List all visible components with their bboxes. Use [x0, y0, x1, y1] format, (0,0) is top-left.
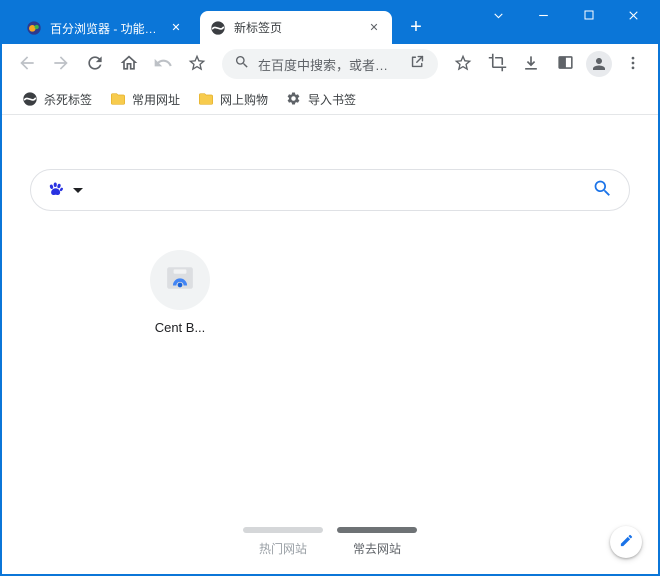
section-tab-frequent-sites[interactable]: 常去网站 [337, 527, 417, 557]
forward-icon [51, 53, 71, 76]
bookmark-page-button[interactable] [446, 47, 480, 81]
downloads-button[interactable] [514, 47, 548, 81]
side-panel-button[interactable] [548, 47, 582, 81]
search-box[interactable] [30, 169, 630, 211]
reload-button[interactable] [78, 47, 112, 81]
star-icon [187, 53, 207, 76]
toolbar: 在百度中搜索，或者输入一... [2, 44, 658, 84]
close-icon [627, 9, 640, 22]
back-icon [17, 53, 37, 76]
address-bar[interactable]: 在百度中搜索，或者输入一... [222, 49, 438, 79]
section-tabs: 热门网站 常去网站 [2, 527, 658, 557]
new-tab-button[interactable]: + [402, 13, 430, 41]
tab-close-button[interactable]: ✕ [366, 20, 382, 36]
site-tile-label: Cent B... [154, 320, 206, 335]
bookmark-import-bookmarks[interactable]: 导入书签 [278, 87, 364, 111]
profile-button[interactable] [582, 47, 616, 81]
baidu-paw-icon [47, 180, 65, 201]
profile-avatar-icon [586, 51, 612, 77]
back-button[interactable] [10, 47, 44, 81]
search-engine-selector[interactable] [47, 180, 83, 201]
download-icon [521, 53, 541, 76]
bookmark-label: 常用网址 [132, 92, 181, 107]
star-toolbar-button[interactable] [180, 47, 214, 81]
tabs-container: 百分浏览器 - 功能介绍 ✕ 新标签页 ✕ + [16, 11, 430, 44]
gear-icon [286, 91, 302, 107]
edit-page-button[interactable] [610, 526, 642, 558]
window-controls [476, 2, 656, 28]
tab-new-tab-page[interactable]: 新标签页 ✕ [200, 11, 392, 44]
tab-strip: 百分浏览器 - 功能介绍 ✕ 新标签页 ✕ + [2, 0, 658, 44]
bookmark-star-icon [453, 53, 473, 76]
search-submit-button[interactable] [592, 178, 613, 202]
site-tile-thumbnail [150, 250, 210, 310]
side-panel-icon [556, 53, 575, 75]
folder-icon [110, 91, 126, 107]
bookmark-folder-online-shopping[interactable]: 网上购物 [190, 87, 276, 111]
pencil-icon [619, 533, 634, 551]
globe-icon [22, 91, 38, 107]
tab-close-button[interactable]: ✕ [168, 20, 184, 36]
address-bar-placeholder: 在百度中搜索，或者输入一... [258, 57, 401, 73]
window-maximize-button[interactable] [566, 2, 611, 28]
tab-cent-browser-intro[interactable]: 百分浏览器 - 功能介绍 ✕ [16, 12, 194, 44]
undo-closed-tab-button[interactable] [146, 47, 180, 81]
section-tab-indicator [243, 527, 323, 533]
bookmark-label: 网上购物 [220, 92, 269, 107]
section-tab-hot-sites[interactable]: 热门网站 [243, 527, 323, 557]
section-tab-indicator [337, 527, 417, 533]
home-button[interactable] [112, 47, 146, 81]
new-tab-page: Cent B... 热门网站 常去网站 [2, 115, 658, 574]
folder-icon [198, 91, 214, 107]
maximize-icon [583, 9, 595, 21]
forward-button[interactable] [44, 47, 78, 81]
browser-window: 百分浏览器 - 功能介绍 ✕ 新标签页 ✕ + 在百度中搜索，或者输入 杀死标签… [0, 0, 660, 576]
bookmark-label: 导入书签 [308, 92, 357, 107]
chevron-down-icon [492, 9, 505, 22]
screenshot-crop-icon [488, 53, 507, 75]
cent-globe-icon [210, 20, 226, 36]
tab-title: 新标签页 [234, 21, 283, 35]
window-expand-button[interactable] [476, 2, 521, 28]
undo-icon [153, 53, 173, 76]
cent-browser-logo-icon [26, 20, 42, 36]
reload-icon [85, 53, 105, 76]
browser-menu-button[interactable] [616, 47, 650, 81]
bookmarks-bar: 杀死标签 常用网址 网上购物 导入书签 [2, 84, 658, 115]
minimize-icon [537, 9, 550, 22]
screenshot-button[interactable] [480, 47, 514, 81]
chevron-down-icon [73, 187, 83, 193]
search-icon [592, 178, 613, 202]
bookmark-kill-tabs[interactable]: 杀死标签 [14, 87, 100, 111]
bookmark-label: 杀死标签 [44, 92, 93, 107]
menu-dots-icon [624, 54, 642, 75]
bookmark-folder-common-sites[interactable]: 常用网址 [102, 87, 188, 111]
window-close-button[interactable] [611, 2, 656, 28]
cent-browser-thumbnail-icon [165, 263, 195, 298]
home-icon [119, 53, 139, 76]
site-tile-cent-browser[interactable]: Cent B... [135, 250, 225, 335]
section-tab-label: 热门网站 [258, 542, 307, 556]
tab-title: 百分浏览器 - 功能介绍 [50, 21, 162, 36]
window-minimize-button[interactable] [521, 2, 566, 28]
section-tab-label: 常去网站 [352, 542, 401, 556]
search-icon [234, 54, 250, 75]
share-icon[interactable] [409, 53, 426, 75]
